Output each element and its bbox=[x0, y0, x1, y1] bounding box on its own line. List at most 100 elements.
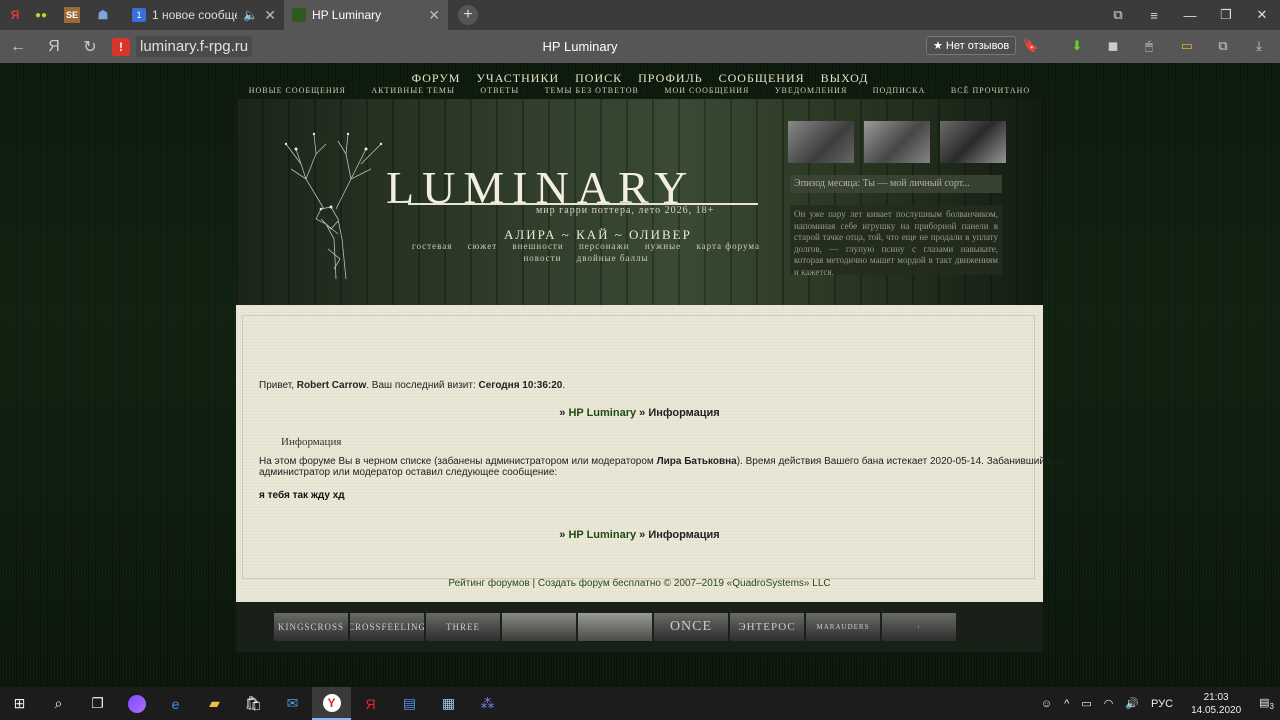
username[interactable]: Robert Carrow bbox=[297, 380, 366, 391]
speaker-icon[interactable]: 🔈 bbox=[243, 8, 258, 22]
menu-icon[interactable]: ≡ bbox=[1136, 8, 1172, 23]
reviews-button[interactable]: ★ Нет отзывов bbox=[926, 36, 1017, 55]
breadcrumb-current: Информация bbox=[648, 529, 720, 541]
tray-chevron-icon[interactable]: ^ bbox=[1064, 698, 1069, 710]
mouse-ext-icon[interactable]: 🖱 bbox=[1140, 38, 1158, 56]
screenshot-ext-icon[interactable]: ⧉ bbox=[1214, 38, 1232, 56]
volume-icon[interactable]: 🔊 bbox=[1125, 697, 1139, 710]
clock[interactable]: 21:03 14.05.2020 bbox=[1191, 691, 1241, 717]
close-window-button[interactable]: ✕ bbox=[1244, 7, 1280, 23]
link-double-points[interactable]: двойные баллы bbox=[577, 253, 649, 263]
mail-icon[interactable]: ✉ bbox=[273, 687, 312, 720]
store-icon[interactable]: 🛍 bbox=[234, 687, 273, 720]
word-icon[interactable]: ▤ bbox=[390, 687, 429, 720]
subnav-unanswered[interactable]: ТЕМЫ БЕЗ ОТВЕТОВ bbox=[545, 86, 639, 95]
link-plot[interactable]: сюжет bbox=[468, 241, 498, 251]
edge-icon[interactable]: e bbox=[156, 687, 195, 720]
pinned-tab-owl[interactable]: ☗ bbox=[92, 4, 114, 26]
nav-logout[interactable]: ВЫХОД bbox=[821, 71, 869, 85]
top-navigation: ФОРУМ УЧАСТНИКИ ПОИСК ПРОФИЛЬ СООБЩЕНИЯ … bbox=[0, 71, 1280, 86]
forum-subtitle: мир гарри поттера, лето 2026, 18+ bbox=[536, 205, 715, 216]
subnav-active-topics[interactable]: АКТИВНЫЕ ТЕМЫ bbox=[371, 86, 455, 95]
info-heading: Информация bbox=[281, 436, 342, 448]
breadcrumb-sep: » bbox=[559, 529, 566, 541]
downloads-icon[interactable]: ⤓ bbox=[1250, 38, 1268, 56]
task-view-icon[interactable]: ❐ bbox=[78, 687, 117, 720]
breadcrumb-forum-link[interactable]: HP Luminary bbox=[568, 529, 636, 541]
link-wanted[interactable]: нужные bbox=[645, 241, 681, 251]
yandex-browser-icon[interactable]: Y bbox=[312, 687, 351, 720]
pinned-tab-se[interactable]: SE bbox=[64, 7, 80, 23]
affiliate-banner[interactable] bbox=[502, 613, 576, 641]
close-tab-icon[interactable]: ✕ bbox=[264, 7, 276, 24]
yandex-pinned-tab[interactable]: Я bbox=[4, 4, 26, 26]
affiliate-banner[interactable]: ЭНТЕРОС bbox=[730, 613, 804, 641]
link-forum-map[interactable]: карта форума bbox=[696, 241, 760, 251]
tab-title: 1 новое сообщени bbox=[152, 8, 237, 22]
main-content: Привет, Robert Carrow. Ваш последний виз… bbox=[236, 305, 1065, 602]
close-tab-icon[interactable]: ✕ bbox=[428, 7, 440, 24]
affiliate-banner[interactable]: THREE bbox=[426, 613, 500, 641]
forum-banner: LUMINARY мир гарри поттера, лето 2026, 1… bbox=[236, 99, 1043, 305]
tab-vk-messages[interactable]: 1 1 новое сообщени 🔈 ✕ bbox=[124, 0, 284, 30]
people-icon[interactable]: ☺ bbox=[1041, 698, 1052, 710]
nav-users[interactable]: УЧАСТНИКИ bbox=[476, 71, 559, 85]
link-characters[interactable]: персонажи bbox=[579, 241, 630, 251]
download-ext-icon[interactable]: ⬇ bbox=[1068, 38, 1086, 56]
pinned-tab-2[interactable]: ●● bbox=[30, 4, 52, 26]
episode-of-month[interactable]: Эпизод месяца: Ты — мой личный сорт... bbox=[790, 175, 1002, 193]
wifi-icon[interactable]: ◠ bbox=[1104, 697, 1114, 710]
collections-icon[interactable]: ⧉ bbox=[1100, 7, 1136, 23]
create-forum-link[interactable]: Создать форум бесплатно bbox=[538, 578, 661, 589]
subnav-notifications[interactable]: УВЕДОМЛЕНИЯ bbox=[775, 86, 847, 95]
link-news[interactable]: новости bbox=[523, 253, 561, 263]
subnav-replies[interactable]: ОТВЕТЫ bbox=[480, 86, 519, 95]
subnav-my-posts[interactable]: МОИ СООБЩЕНИЯ bbox=[664, 86, 749, 95]
teams-icon[interactable]: ⁂ bbox=[468, 687, 507, 720]
ban-moderator[interactable]: Лира Батьковна bbox=[657, 456, 737, 467]
alice-icon[interactable] bbox=[117, 687, 156, 720]
start-icon[interactable]: ⊞ bbox=[0, 687, 39, 720]
language-indicator[interactable]: РУС bbox=[1151, 698, 1173, 710]
maximize-button[interactable]: ❐ bbox=[1208, 7, 1244, 23]
affiliate-banner[interactable] bbox=[578, 613, 652, 641]
battery-ext-icon[interactable]: ▭ bbox=[1178, 38, 1196, 56]
extension-icon[interactable]: ◼ bbox=[1104, 38, 1122, 56]
battery-icon[interactable]: ▭ bbox=[1081, 697, 1091, 710]
explorer-icon[interactable]: ▰ bbox=[195, 687, 234, 720]
affiliate-banner[interactable]: · bbox=[882, 613, 956, 641]
affiliate-banner[interactable]: KINGSCROSS bbox=[274, 613, 348, 641]
link-guestbook[interactable]: гостевая bbox=[412, 241, 452, 251]
nav-messages[interactable]: СООБЩЕНИЯ bbox=[719, 71, 805, 85]
breadcrumb-forum-link[interactable]: HP Luminary bbox=[568, 407, 636, 419]
affiliate-banner[interactable]: ONCE bbox=[654, 613, 728, 641]
affiliate-banner[interactable]: CROSSFEELING bbox=[350, 613, 424, 641]
yandex-icon[interactable]: Я bbox=[351, 687, 390, 720]
copyright: © 2007–2019 «QuadroSystems» LLC bbox=[660, 578, 831, 589]
portrait-image[interactable] bbox=[864, 121, 930, 163]
subnav-new-posts[interactable]: НОВЫЕ СООБЩЕНИЯ bbox=[249, 86, 346, 95]
link-appearances[interactable]: внешности bbox=[512, 241, 563, 251]
minimize-button[interactable]: — bbox=[1172, 8, 1208, 23]
search-icon[interactable]: ⌕ bbox=[39, 687, 78, 720]
tab-hp-luminary[interactable]: HP Luminary ✕ bbox=[284, 0, 448, 30]
breadcrumb-bottom: » HP Luminary » Информация bbox=[236, 529, 1043, 541]
address-bar: ← Я ↻ ! luminary.f-rpg.ru HP Luminary ★ … bbox=[0, 30, 1280, 63]
portrait-image[interactable] bbox=[940, 121, 1006, 163]
notification-center-icon[interactable]: ▤3 bbox=[1259, 696, 1274, 711]
notepad-icon[interactable]: ▦ bbox=[429, 687, 468, 720]
window-controls: ⧉ ≡ — ❐ ✕ bbox=[1100, 0, 1280, 30]
portrait-image[interactable] bbox=[788, 121, 854, 163]
nav-profile[interactable]: ПРОФИЛЬ bbox=[638, 71, 702, 85]
welcome-line: Привет, Robert Carrow. Ваш последний виз… bbox=[259, 380, 565, 391]
subnav-mark-read[interactable]: ВСЁ ПРОЧИТАНО bbox=[951, 86, 1030, 95]
bookmark-icon[interactable]: 🔖 bbox=[1022, 38, 1040, 56]
new-tab-button[interactable]: + bbox=[458, 5, 478, 25]
affiliate-banner[interactable]: MARAUDERS bbox=[806, 613, 880, 641]
breadcrumb-current: Информация bbox=[648, 407, 720, 419]
forum-rating-link[interactable]: Рейтинг форумов bbox=[448, 578, 529, 589]
nav-search[interactable]: ПОИСК bbox=[575, 71, 622, 85]
nav-forum[interactable]: ФОРУМ bbox=[412, 71, 461, 85]
subnav-subscriptions[interactable]: ПОДПИСКА bbox=[873, 86, 926, 95]
clock-date: 14.05.2020 bbox=[1191, 704, 1242, 716]
